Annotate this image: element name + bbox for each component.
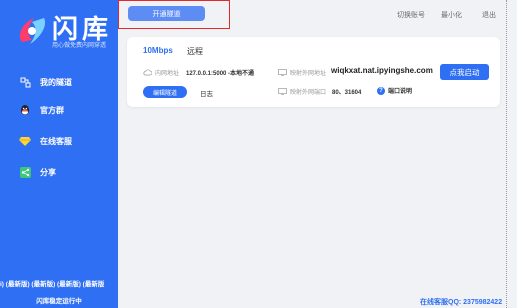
sidebar-item-my-tunnels[interactable]: 我的隧道 bbox=[18, 74, 72, 90]
sidebar-item-label: 官方群 bbox=[40, 105, 64, 115]
port-help-link[interactable]: ? 端口说明 bbox=[377, 86, 412, 95]
brand-tagline: 用心做免费内网穿透 bbox=[52, 43, 107, 49]
sidebar: 闪库 用心做免费内网穿透 我的隧道 官方群 在线客服 分享 i) (最新版) (… bbox=[0, 0, 118, 308]
share-icon bbox=[18, 165, 32, 179]
exit-link[interactable]: 退出 bbox=[482, 10, 496, 20]
cloud-icon bbox=[143, 69, 152, 76]
tunnel-card: 10Mbps 远程 内网地址 127.0.0.1:5000 -本地不通 映射外网… bbox=[127, 37, 500, 107]
qq-icon bbox=[18, 103, 32, 117]
bandwidth-badge: 10Mbps bbox=[143, 46, 173, 55]
local-address-value: 127.0.0.1:5000 -本地不通 bbox=[186, 71, 255, 77]
window-edge bbox=[506, 0, 517, 308]
external-address-label: 映射外网地址 bbox=[278, 68, 326, 77]
sidebar-item-label: 我的隧道 bbox=[40, 77, 72, 87]
status-text: 闪库稳定运行中 bbox=[36, 298, 82, 305]
sidebar-item-label: 分享 bbox=[40, 167, 56, 177]
tunnel-icon bbox=[18, 75, 32, 89]
diamond-icon bbox=[18, 134, 32, 148]
minimize-link[interactable]: 最小化 bbox=[441, 10, 462, 20]
monitor-icon bbox=[278, 69, 287, 76]
sidebar-item-share[interactable]: 分享 bbox=[18, 164, 56, 180]
external-port-value: 80、31604 bbox=[332, 90, 362, 96]
edit-tunnel-button[interactable]: 编辑隧道 bbox=[143, 86, 187, 98]
switch-account-link[interactable]: 切换账号 bbox=[397, 10, 425, 20]
external-address-value[interactable]: wiqkxat.nat.ipyingshe.com bbox=[331, 66, 433, 75]
highlight-box bbox=[118, 0, 230, 29]
question-icon: ? bbox=[377, 86, 385, 95]
external-port-label: 映射外网端口 bbox=[278, 87, 326, 96]
sidebar-item-official-group[interactable]: 官方群 bbox=[18, 102, 64, 118]
support-qq: 在线客服QQ: 2375982422 bbox=[420, 299, 503, 306]
log-link[interactable]: 日志 bbox=[200, 88, 213, 98]
sidebar-item-label: 在线客服 bbox=[40, 136, 72, 146]
sidebar-item-support[interactable]: 在线客服 bbox=[18, 133, 72, 149]
tunnel-remark: 远程 bbox=[187, 47, 203, 56]
version-text: i) (最新版) (最新版) (最新版) (最新版 bbox=[0, 281, 105, 288]
monitor-icon bbox=[278, 88, 287, 95]
local-address-label: 内网地址 bbox=[143, 68, 179, 77]
start-button[interactable]: 点我启动 bbox=[440, 64, 489, 80]
logo-icon bbox=[19, 18, 46, 44]
